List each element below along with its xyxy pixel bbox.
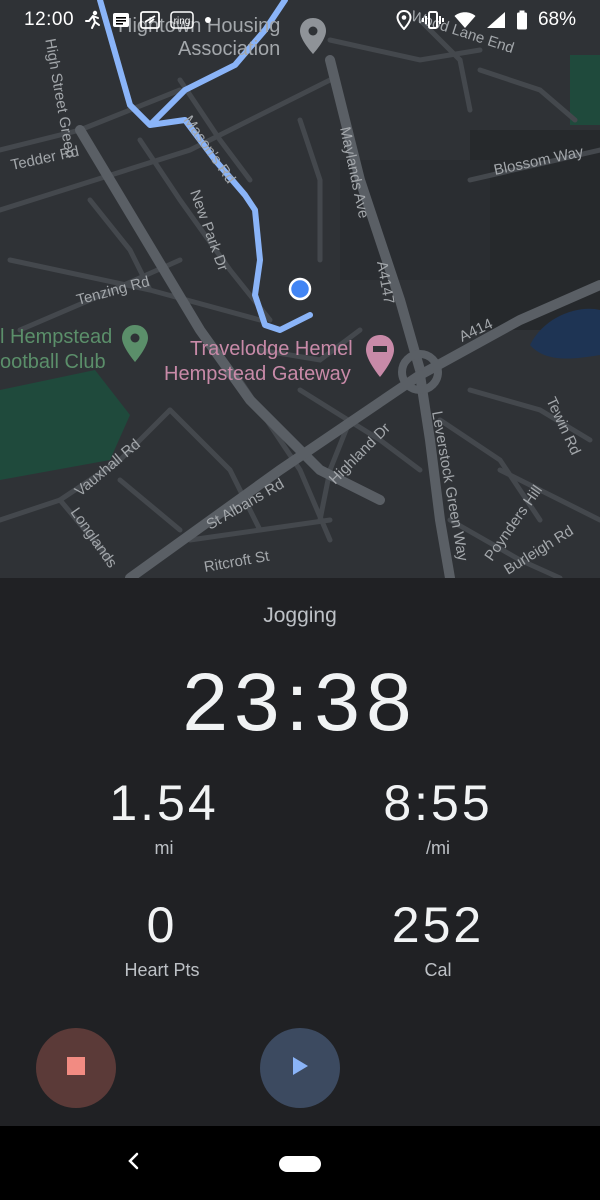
pace-unit: /mi [426,838,450,858]
status-time: 12:00 [24,9,75,30]
heart-points-value: 0 [146,897,178,953]
ring-label: ring [174,16,191,27]
map-canvas: High Street Green Tedder Rd Mason's Rd N… [0,0,600,578]
workout-panel: Jogging 23:38 1.54 mi 8:55 /mi 0 Heart P… [0,578,600,1126]
signal-icon [486,11,506,29]
map-label-new-park-dr: New Park Dr [186,188,231,274]
poi-label-football-1: l Hempstead [0,326,112,348]
poi-label-travelodge-1: Travelodge Hemel [190,338,353,360]
distance-value: 1.54 [109,775,219,831]
calories-unit: Cal [424,960,452,980]
duration-timer: 23:38 [182,657,418,748]
map-label-high-street-green: High Street Green [41,37,79,159]
distance-unit: mi [154,838,174,858]
route-map[interactable]: High Street Green Tedder Rd Mason's Rd N… [0,0,600,578]
poi-label-housing-2: Association [178,38,280,60]
location-icon [396,10,412,30]
hotel-pin-icon [366,335,394,377]
activity-name[interactable]: Jogging [0,604,600,628]
flight-icon [140,11,160,29]
resume-button[interactable] [260,1028,340,1108]
current-location-dot [288,277,312,301]
status-right: 68% [396,9,576,31]
back-button[interactable] [118,1148,148,1178]
stop-button[interactable] [36,1028,116,1108]
distance-stat: 1.54 mi [14,774,314,859]
pace-value: 8:55 [383,775,493,831]
running-icon [84,10,102,30]
battery-icon [516,10,528,30]
map-label-tewin-rd: Tewin Rd [542,395,583,458]
calories-value: 252 [391,897,485,953]
map-label-longlands: Longlands [67,505,121,571]
poi-label-travelodge-2: Hempstead Gateway [164,363,351,385]
battery-percentage: 68% [537,9,576,30]
status-bar: 12:00 ring 68% [0,0,600,40]
stop-icon [66,1056,86,1081]
message-icon [112,11,130,29]
heart-points-stat: 0 Heart Pts [12,896,312,981]
pace-stat: 8:55 /mi [288,774,588,859]
navigation-bar [0,1126,600,1200]
map-label-st-albans-rd: St Albans Rd [204,475,288,533]
heart-points-unit: Heart Pts [124,960,200,980]
wifi-icon [454,11,476,29]
vibrate-icon [421,10,444,30]
poi-label-football-2: ootball Club [0,351,106,373]
play-icon [290,1055,310,1082]
park-area [570,55,600,125]
calories-stat: 252 Cal [288,896,588,981]
back-chevron-icon [126,1152,140,1175]
status-left: 12:00 ring [24,9,212,31]
home-pill-button[interactable] [279,1156,321,1172]
dot-icon [204,16,212,24]
football-club-pin-icon [122,325,148,362]
map-label-ritcroft-st: Ritcroft St [203,548,272,576]
ring-icon: ring [170,11,194,29]
